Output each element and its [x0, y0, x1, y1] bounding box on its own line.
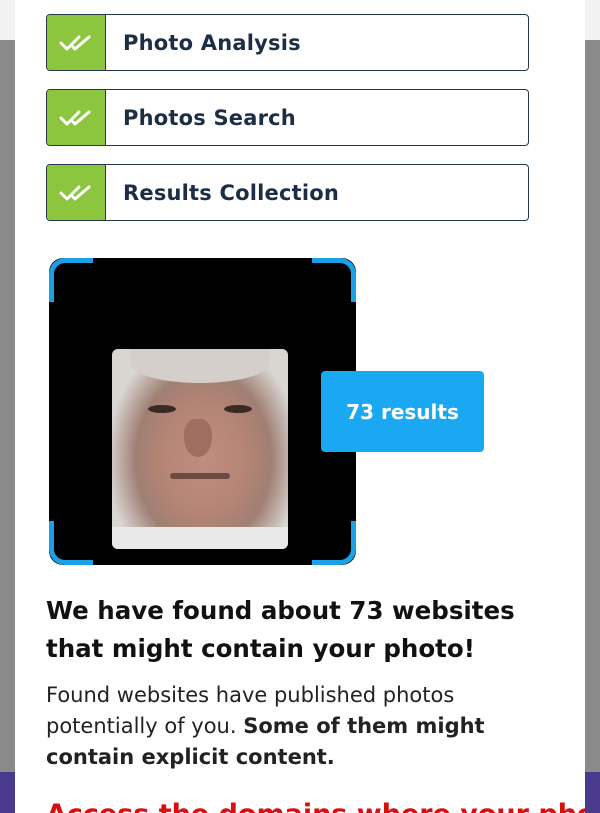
access-domains-link[interactable]: Access the domains where your photos	[46, 795, 585, 813]
step-label: Photo Analysis	[123, 30, 301, 55]
step-label: Photos Search	[123, 105, 296, 130]
results-count-badge: 73 results	[321, 371, 484, 452]
double-check-icon	[47, 165, 106, 220]
frame-corner	[312, 521, 356, 565]
face-photo	[112, 349, 288, 549]
frame-corner	[49, 521, 93, 565]
frame-corner	[312, 258, 356, 302]
step-results-collection: Results Collection	[46, 164, 529, 221]
frame-corner	[49, 258, 93, 302]
results-headline: We have found about 73 websites that mig…	[46, 596, 515, 663]
double-check-icon	[47, 15, 106, 70]
step-label: Results Collection	[123, 180, 340, 205]
double-check-icon	[47, 90, 106, 145]
step-photo-analysis: Photo Analysis	[46, 14, 529, 71]
scanned-photo-frame	[49, 258, 356, 565]
step-photos-search: Photos Search	[46, 89, 529, 146]
results-modal: Photo Analysis Photos Search Results Col…	[15, 0, 585, 813]
results-description: Found websites have published photos pot…	[46, 680, 551, 773]
